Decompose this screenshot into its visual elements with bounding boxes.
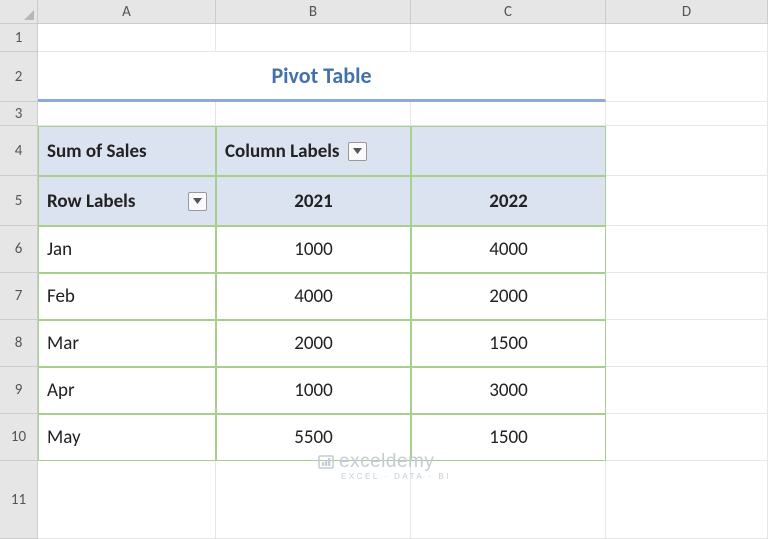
row-header-5[interactable]: 5: [0, 176, 38, 226]
pivot-year-2021[interactable]: 2021: [216, 176, 411, 226]
cell-D2[interactable]: [606, 52, 768, 102]
cell-D4[interactable]: [606, 126, 768, 176]
row-header-7[interactable]: 7: [0, 273, 38, 320]
row-header-1[interactable]: 1: [0, 24, 38, 52]
cell-B11[interactable]: [216, 461, 411, 539]
row-header-9[interactable]: 9: [0, 367, 38, 414]
table-row[interactable]: May: [38, 414, 216, 461]
cell-D9[interactable]: [606, 367, 768, 414]
pivot-row-labels-text: Row Labels: [47, 190, 135, 213]
column-labels-dropdown[interactable]: [348, 142, 367, 161]
cell-A1[interactable]: [38, 24, 216, 52]
cell-B1[interactable]: [216, 24, 411, 52]
table-cell[interactable]: 5500: [216, 414, 411, 461]
row-header-11[interactable]: 11: [0, 461, 38, 539]
cell-D6[interactable]: [606, 226, 768, 273]
cell-D11[interactable]: [606, 461, 768, 539]
cell-B3[interactable]: [216, 102, 411, 126]
col-header-C[interactable]: C: [411, 0, 606, 24]
chevron-down-icon: [193, 198, 202, 204]
cell-D1[interactable]: [606, 24, 768, 52]
cell-D8[interactable]: [606, 320, 768, 367]
cell-C11[interactable]: [411, 461, 606, 539]
cell-D5[interactable]: [606, 176, 768, 226]
table-cell[interactable]: 4000: [216, 273, 411, 320]
select-all-corner[interactable]: [0, 0, 38, 24]
col-header-A[interactable]: A: [38, 0, 216, 24]
chevron-down-icon: [353, 148, 362, 154]
table-row[interactable]: Apr: [38, 367, 216, 414]
table-cell[interactable]: 1500: [411, 320, 606, 367]
row-header-10[interactable]: 10: [0, 414, 38, 461]
pivot-row-labels[interactable]: Row Labels: [38, 176, 216, 226]
row-header-4[interactable]: 4: [0, 126, 38, 176]
cell-D3[interactable]: [606, 102, 768, 126]
col-header-D[interactable]: D: [606, 0, 768, 24]
cell-D10[interactable]: [606, 414, 768, 461]
cell-A3[interactable]: [38, 102, 216, 126]
cell-C3[interactable]: [411, 102, 606, 126]
table-row[interactable]: Feb: [38, 273, 216, 320]
table-cell[interactable]: 1000: [216, 367, 411, 414]
row-header-2[interactable]: 2: [0, 52, 38, 102]
pivot-header-blank[interactable]: [411, 126, 606, 176]
table-cell[interactable]: 3000: [411, 367, 606, 414]
table-cell[interactable]: 1500: [411, 414, 606, 461]
pivot-year-2022[interactable]: 2022: [411, 176, 606, 226]
row-header-8[interactable]: 8: [0, 320, 38, 367]
table-cell[interactable]: 4000: [411, 226, 606, 273]
cell-C1[interactable]: [411, 24, 606, 52]
table-row[interactable]: Jan: [38, 226, 216, 273]
page-title: Pivot Table: [38, 52, 606, 102]
row-header-6[interactable]: 6: [0, 226, 38, 273]
spreadsheet-grid: A B C D 1 2 Pivot Table 3 4 Sum of Sales…: [0, 0, 768, 539]
pivot-column-labels-text: Column Labels: [225, 140, 340, 163]
pivot-column-labels[interactable]: Column Labels: [216, 126, 411, 176]
row-labels-dropdown[interactable]: [188, 192, 207, 211]
table-cell[interactable]: 2000: [216, 320, 411, 367]
table-cell[interactable]: 1000: [216, 226, 411, 273]
cell-D7[interactable]: [606, 273, 768, 320]
col-header-B[interactable]: B: [216, 0, 411, 24]
table-row[interactable]: Mar: [38, 320, 216, 367]
table-cell[interactable]: 2000: [411, 273, 606, 320]
row-header-3[interactable]: 3: [0, 102, 38, 126]
pivot-sum-of-sales[interactable]: Sum of Sales: [38, 126, 216, 176]
cell-A11[interactable]: [38, 461, 216, 539]
